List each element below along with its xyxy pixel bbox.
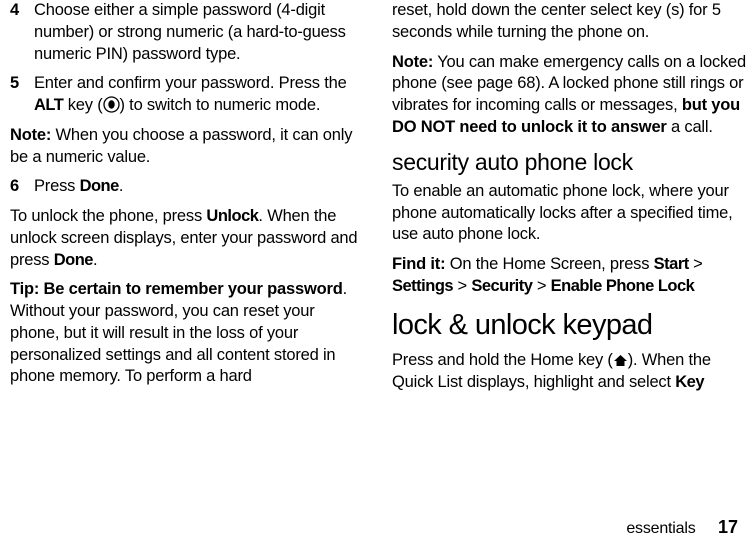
auto-lock-paragraph: To enable an automatic phone lock, where… [392,181,746,246]
text: . [119,177,123,195]
text: Enter and confirm your password. Press t… [34,74,347,92]
home-key-icon [613,354,628,367]
key-label: Key [675,373,704,391]
tip-paragraph: Tip: Be certain to remember your passwor… [10,279,364,388]
nav-start: Start [654,255,689,273]
step-number: 4 [10,0,34,65]
sep: > [689,255,703,273]
text: a call. [667,118,713,136]
find-it-label: Find it: [392,255,445,273]
text: ) to switch to numeric mode. [120,96,321,114]
page-body: 4 Choose either a simple password (4-dig… [0,0,756,402]
nav-enable-phone-lock: Enable Phone Lock [551,277,695,295]
note-emergency: Note: You can make emergency calls on a … [392,52,746,139]
find-it-paragraph: Find it: On the Home Screen, press Start… [392,254,746,298]
sep: > [532,277,550,295]
text: key ( [63,96,102,114]
done-label: Done [80,177,119,195]
step-4: 4 Choose either a simple password (4-dig… [10,0,364,65]
heading-security-auto-lock: security auto phone lock [392,147,746,177]
unlock-paragraph: To unlock the phone, press Unlock. When … [10,206,364,271]
step-text: Press Done. [34,176,364,198]
section-name: essentials [626,520,695,537]
note-label: Note: [10,126,51,144]
note-text: When you choose a password, it can only … [10,126,352,166]
step-6: 6 Press Done. [10,176,364,198]
step-text: Choose either a simple password (4-digit… [34,0,364,65]
sep: > [453,277,471,295]
page-number: 17 [718,517,738,537]
left-column: 4 Choose either a simple password (4-dig… [10,0,364,402]
nav-security: Security [471,277,532,295]
step-5: 5 Enter and confirm your password. Press… [10,73,364,117]
right-column: reset, hold down the center select key (… [392,0,746,402]
hard-reset-cont: reset, hold down the center select key (… [392,0,746,44]
step-number: 6 [10,176,34,198]
text: . [93,251,97,269]
note-label: Note: [392,53,433,71]
nav-settings: Settings [392,277,453,295]
heading-lock-unlock-keypad: lock & unlock keypad [392,306,746,344]
note-password-numeric: Note: When you choose a password, it can… [10,125,364,169]
keypad-paragraph: Press and hold the Home key (). When the… [392,350,746,394]
tip-label: Tip: Be certain to remember your passwor… [10,280,343,298]
text: To unlock the phone, press [10,207,206,225]
step-number: 5 [10,73,34,117]
alt-key-icon [103,96,120,113]
unlock-label: Unlock [206,207,258,225]
alt-key-label: ALT [34,96,63,114]
text: On the Home Screen, press [445,255,653,273]
step-text: Enter and confirm your password. Press t… [34,73,364,117]
text: Press and hold the Home key ( [392,351,613,369]
done-label: Done [54,251,93,269]
page-footer: essentials 17 [626,517,738,538]
text: Press [34,177,80,195]
